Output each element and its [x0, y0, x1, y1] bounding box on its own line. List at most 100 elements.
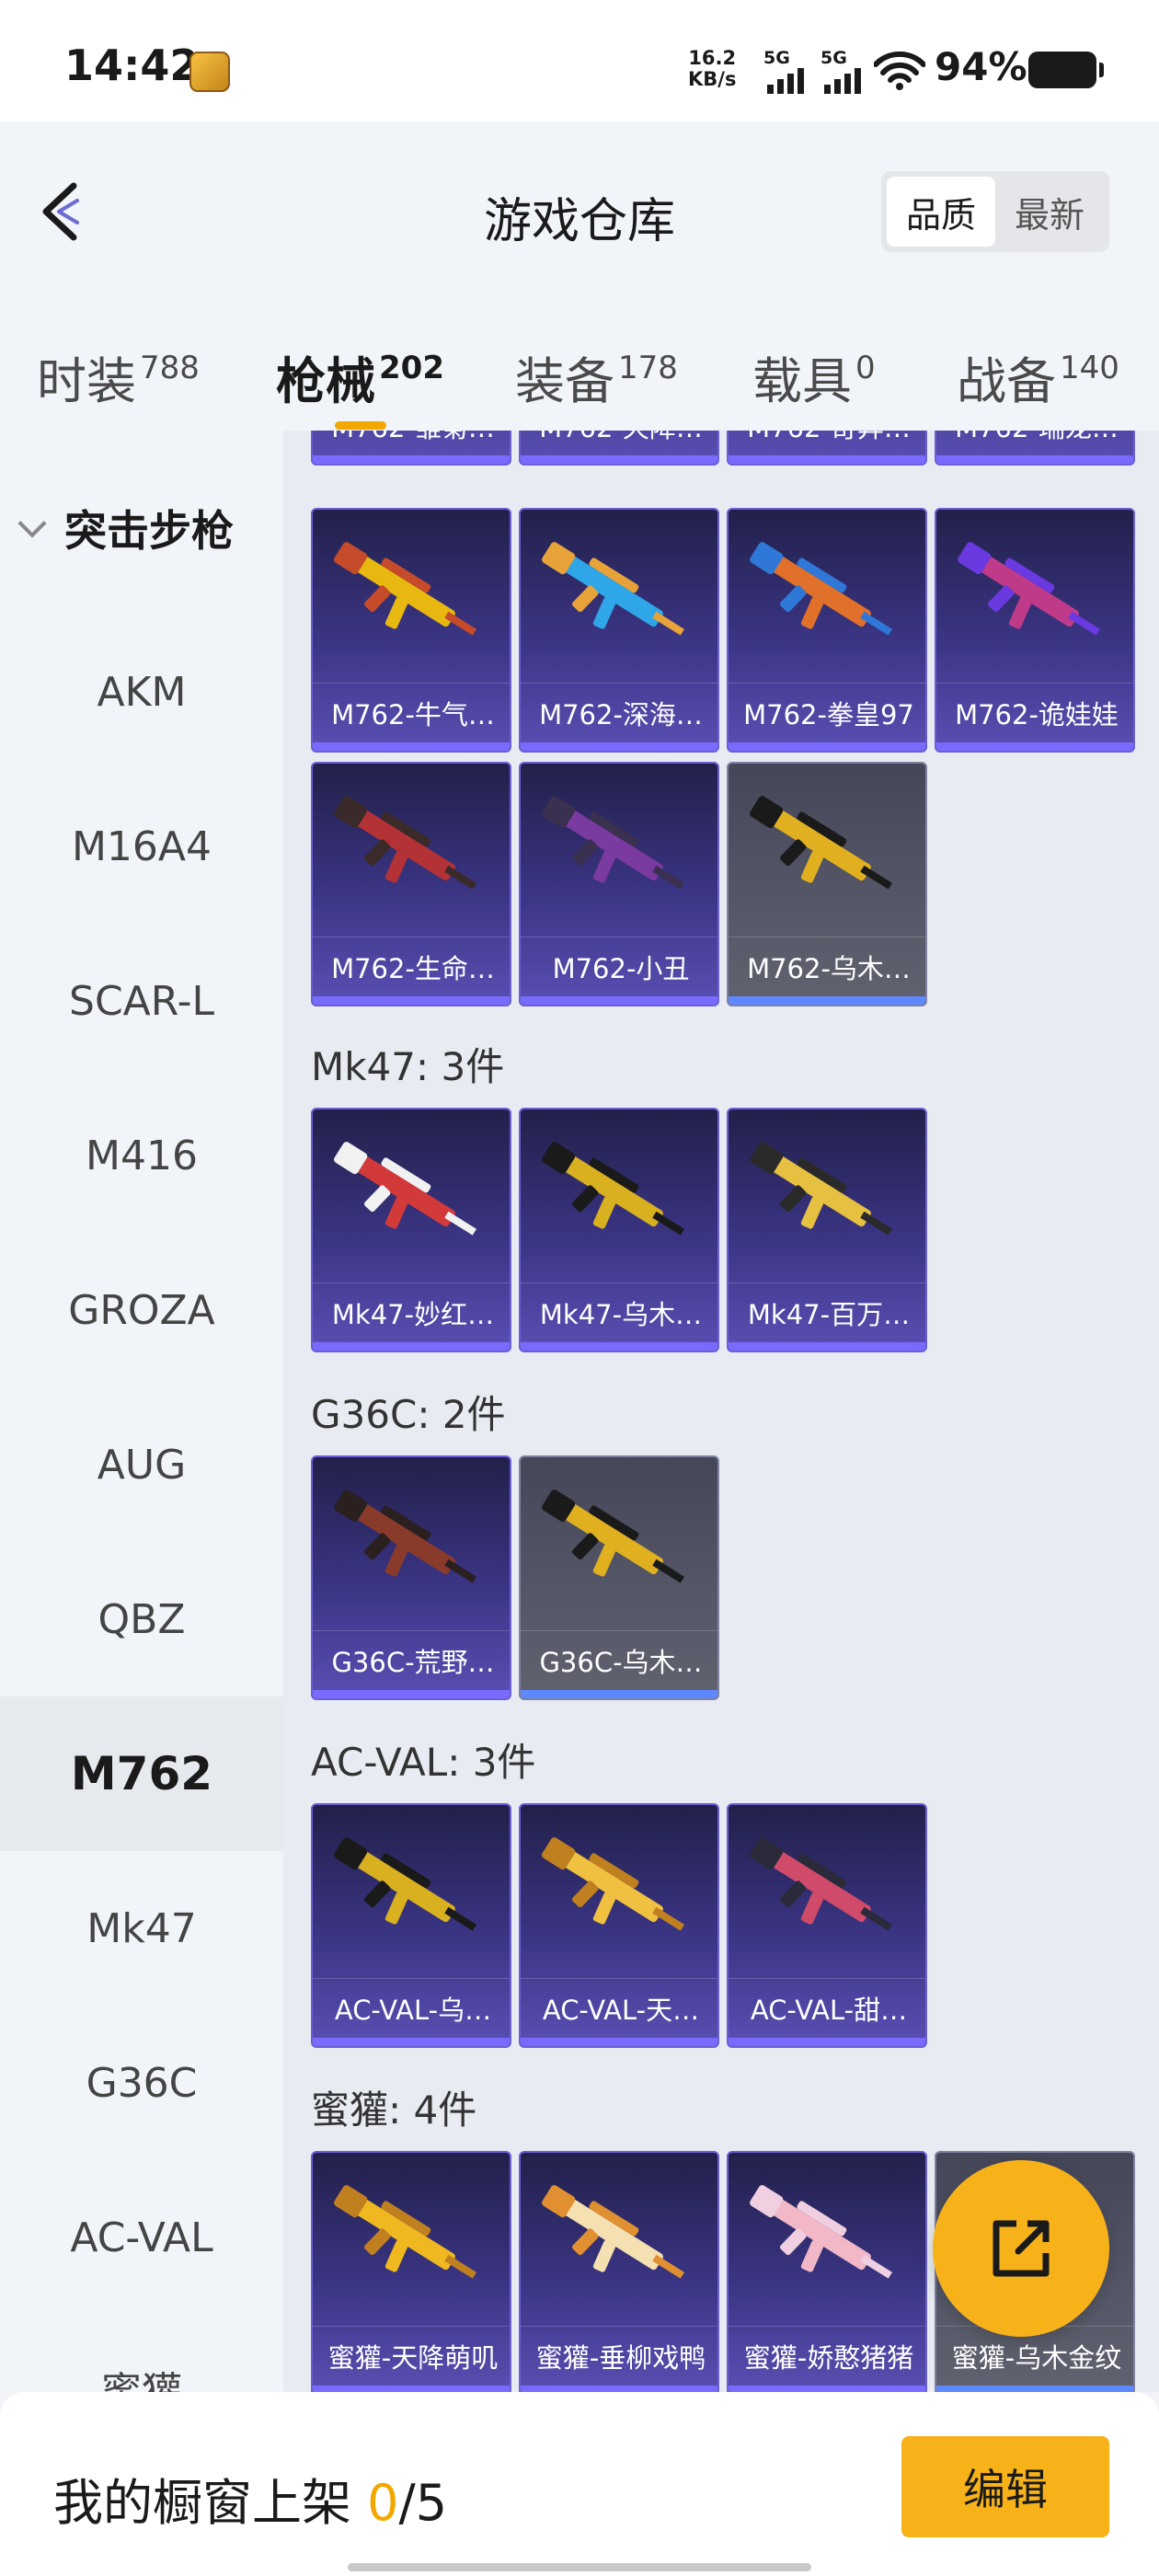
- edit-button[interactable]: 编辑: [901, 2436, 1109, 2537]
- rarity-bar: [521, 996, 717, 1005]
- network-speed-unit: KB/s: [688, 68, 737, 90]
- weapon-image: [958, 542, 1101, 636]
- weapon-image: [750, 796, 893, 890]
- weapon-card[interactable]: M762-雏菊…: [311, 431, 511, 466]
- tab-equipment[interactable]: 装备 178: [515, 340, 678, 431]
- tab-label: 时装: [37, 352, 136, 410]
- weapon-image: [542, 796, 685, 890]
- weapon-card[interactable]: Mk47-乌木…: [519, 1108, 719, 1352]
- showcase-label: 我的橱窗上架: [53, 2474, 351, 2532]
- weapon-card[interactable]: G36C-荒野…: [311, 1455, 511, 1700]
- tab-label: 战备: [957, 352, 1056, 410]
- weapon-card[interactable]: M762-深海…: [519, 508, 719, 753]
- wifi-icon: [874, 52, 925, 90]
- weapon-name: Mk47-妙红…: [313, 1282, 510, 1341]
- rarity-bar: [729, 742, 925, 751]
- weapon-card[interactable]: Mk47-百万…: [727, 1108, 927, 1352]
- weapon-card[interactable]: M762-生命…: [311, 762, 511, 1006]
- weapon-card[interactable]: M762-拳皇97: [727, 508, 927, 753]
- weapon-image: [334, 1142, 477, 1236]
- tab-fashion[interactable]: 时装 788: [37, 340, 200, 431]
- weapon-name: M762-瑞龙…: [936, 431, 1133, 454]
- section-title-g36c: G36C: 2件: [311, 1392, 506, 1437]
- sidebar-item-qbz[interactable]: QBZ: [0, 1542, 283, 1696]
- sidebar-item-aug[interactable]: AUG: [0, 1387, 283, 1542]
- rarity-bar: [521, 1342, 717, 1351]
- rarity-bar: [729, 1342, 925, 1351]
- sidebar-item-groza[interactable]: GROZA: [0, 1233, 283, 1387]
- rarity-bar: [729, 996, 925, 1005]
- sidebar-item-m16a4[interactable]: M16A4: [0, 769, 283, 924]
- weapon-card[interactable]: M762-奇异…: [727, 431, 927, 466]
- weapon-image: [334, 1837, 477, 1931]
- chevron-down-icon: [17, 509, 47, 538]
- weapon-name: M762-小丑: [521, 937, 717, 995]
- weapon-card[interactable]: Mk47-妙红…: [311, 1108, 511, 1352]
- category-tabs: 时装 788 枪械 202 装备 178 载具 0 战备 140: [0, 340, 1159, 431]
- tab-gear[interactable]: 战备 140: [957, 340, 1119, 431]
- active-tab-indicator: [335, 421, 386, 430]
- showcase-current: 0: [367, 2474, 399, 2532]
- sidebar-item-scar-l[interactable]: SCAR-L: [0, 924, 283, 1078]
- signal-label: 5G: [763, 48, 790, 68]
- sidebar-group-assault-rifles[interactable]: 突击步枪: [17, 502, 234, 556]
- weapon-card[interactable]: 蜜獾-娇憨猪猪: [727, 2151, 927, 2392]
- sidebar-item-g36c[interactable]: G36C: [0, 2006, 283, 2160]
- sidebar-item-mk47[interactable]: Mk47: [0, 1851, 283, 2006]
- network-speed: 16.2 KB/s: [688, 48, 736, 90]
- tab-firearms[interactable]: 枪械 202: [276, 340, 444, 431]
- sort-toggle: 品质 最新: [881, 171, 1109, 252]
- rarity-bar: [313, 1342, 510, 1351]
- sidebar-item-m416[interactable]: M416: [0, 1078, 283, 1233]
- weapon-card[interactable]: M762-天降…: [519, 431, 719, 466]
- weapon-image: [542, 1837, 685, 1931]
- share-button[interactable]: [933, 2160, 1109, 2337]
- sidebar-item-akm[interactable]: AKM: [0, 615, 283, 769]
- weapon-name: M762-天降…: [521, 431, 717, 454]
- section-title-honey-badger: 蜜獾: 4件: [311, 2087, 477, 2133]
- weapon-card[interactable]: M762-瑞龙…: [935, 431, 1135, 466]
- weapon-card[interactable]: 蜜獾-垂柳戏鸭: [519, 2151, 719, 2392]
- weapon-card[interactable]: 蜜獾-天降萌叽: [311, 2151, 511, 2392]
- status-time: 14:42: [64, 40, 200, 90]
- weapon-name: Mk47-百万…: [729, 1282, 925, 1341]
- weapon-image: [750, 1837, 893, 1931]
- home-indicator[interactable]: [348, 2563, 811, 2571]
- showcase-counter: 我的橱窗上架 0/5: [53, 2462, 447, 2535]
- sidebar-item-honey-badger[interactable]: 蜜獾: [0, 2311, 283, 2392]
- weapon-image: [334, 2185, 477, 2279]
- weapon-card[interactable]: M762-小丑: [519, 762, 719, 1006]
- rarity-bar: [936, 2386, 1133, 2392]
- weapon-grid: M762-雏菊… M762-天降… M762-奇异… M762-瑞龙… M762…: [283, 431, 1159, 2392]
- rarity-bar: [313, 1690, 510, 1698]
- weapon-card[interactable]: AC-VAL-天…: [519, 1803, 719, 2048]
- weapon-image: [750, 1142, 893, 1236]
- network-speed-value: 16.2: [688, 47, 737, 69]
- tab-label: 装备: [515, 352, 614, 410]
- weapon-name: M762-牛气…: [313, 683, 510, 742]
- weapon-card[interactable]: AC-VAL-乌…: [311, 1803, 511, 2048]
- rarity-bar: [729, 2386, 925, 2392]
- weapon-card[interactable]: M762-牛气…: [311, 508, 511, 753]
- rarity-bar: [313, 2386, 510, 2392]
- weapon-name: Mk47-乌木…: [521, 1282, 717, 1341]
- sort-option-quality[interactable]: 品质: [887, 177, 995, 247]
- signal-icon: 5G: [763, 48, 813, 94]
- weapon-image: [334, 1489, 477, 1583]
- weapon-card[interactable]: G36C-乌木…: [519, 1455, 719, 1700]
- weapon-name: 蜜獾-垂柳戏鸭: [521, 2326, 717, 2385]
- tab-vehicles[interactable]: 载具 0: [752, 340, 876, 431]
- weapon-name: AC-VAL-乌…: [313, 1978, 510, 2037]
- weapon-card[interactable]: AC-VAL-甜…: [727, 1803, 927, 2048]
- battery-icon: [1028, 52, 1104, 88]
- tab-label: 枪械: [276, 352, 375, 410]
- weapon-card[interactable]: M762-乌木…: [727, 762, 927, 1006]
- sidebar-item-m762[interactable]: M762: [0, 1696, 283, 1851]
- tab-count: 202: [379, 350, 444, 386]
- weapon-name: M762-诡娃娃: [936, 683, 1133, 742]
- weapon-card[interactable]: M762-诡娃娃: [935, 508, 1135, 753]
- sort-option-latest[interactable]: 最新: [995, 177, 1104, 247]
- share-icon: [993, 2220, 1050, 2277]
- weapon-name: M762-乌木…: [729, 937, 925, 995]
- sidebar-item-ac-val[interactable]: AC-VAL: [0, 2160, 283, 2315]
